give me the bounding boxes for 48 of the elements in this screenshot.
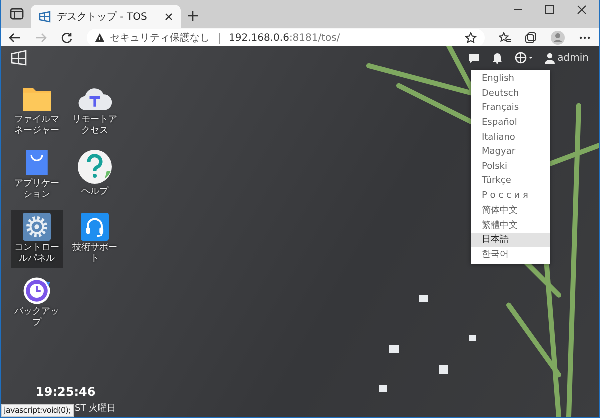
tab-actions-icon[interactable] <box>9 6 25 22</box>
desktop-shortcut[interactable]: ファイルマネージャー <box>11 82 63 140</box>
language-option[interactable]: Polski <box>471 160 550 174</box>
back-icon[interactable] <box>9 32 21 44</box>
desktop-shortcut[interactable]: コントロールパネル <box>11 210 63 268</box>
desktop-shortcut[interactable]: 技術サポート <box>69 210 121 268</box>
language-option[interactable]: Magyar <box>471 144 550 160</box>
star-icon[interactable] <box>465 32 477 44</box>
language-option[interactable]: English <box>471 72 550 87</box>
clock-time: 19:25:46 <box>36 385 96 399</box>
status-bar: javascript:void(0); <box>1 404 74 417</box>
language-option[interactable]: Italiano <box>471 130 550 145</box>
browser-tab[interactable]: デスクトップ - TOS <box>31 5 181 28</box>
person-icon <box>544 52 555 64</box>
collections-icon[interactable] <box>525 32 537 44</box>
maximize-icon[interactable] <box>545 4 555 14</box>
close-icon[interactable] <box>165 12 173 20</box>
globe-icon[interactable] <box>514 52 533 64</box>
more-icon[interactable] <box>579 36 591 40</box>
close-icon[interactable] <box>577 4 587 14</box>
language-option[interactable]: Français <box>471 101 550 116</box>
new-tab-icon[interactable] <box>187 10 199 22</box>
window-icon <box>39 10 51 22</box>
language-option[interactable]: 简体中文 <box>471 203 550 218</box>
language-option[interactable]: Deutsch <box>471 86 550 102</box>
language-option[interactable]: 日本語 <box>471 232 550 248</box>
user-menu[interactable]: admin <box>544 52 589 64</box>
profile-icon[interactable] <box>551 31 565 45</box>
warning-icon <box>95 33 105 43</box>
help-icon <box>77 149 113 185</box>
desktop-shortcut[interactable]: バックアップ <box>11 274 63 332</box>
desktop-shortcut[interactable]: ヘルプ <box>69 146 121 204</box>
clock-date: ST 火曜日 <box>75 402 116 415</box>
chat-icon[interactable] <box>468 52 480 64</box>
refresh-icon[interactable] <box>61 32 73 44</box>
language-option[interactable]: Р о с с и я <box>471 188 550 204</box>
bell-icon[interactable] <box>492 52 503 64</box>
url-text: 192.168.0.6:8181/tos/ <box>229 32 340 44</box>
language-option[interactable]: 한국어 <box>471 247 550 262</box>
desktop-shortcut[interactable]: アプリケーション <box>11 146 63 204</box>
window-icon[interactable] <box>11 50 27 66</box>
security-label: セキュリティ保護なし <box>110 32 210 45</box>
language-option[interactable]: 繁體中文 <box>471 218 550 233</box>
desktop-shortcut[interactable]: リモートアクセス <box>69 82 121 140</box>
address-bar[interactable]: セキュリティ保護なし 192.168.0.6:8181/tos/ <box>87 29 485 47</box>
favorites-icon[interactable] <box>499 32 511 44</box>
language-option[interactable]: Español <box>471 116 550 130</box>
language-option[interactable]: Türkçe <box>471 174 550 189</box>
